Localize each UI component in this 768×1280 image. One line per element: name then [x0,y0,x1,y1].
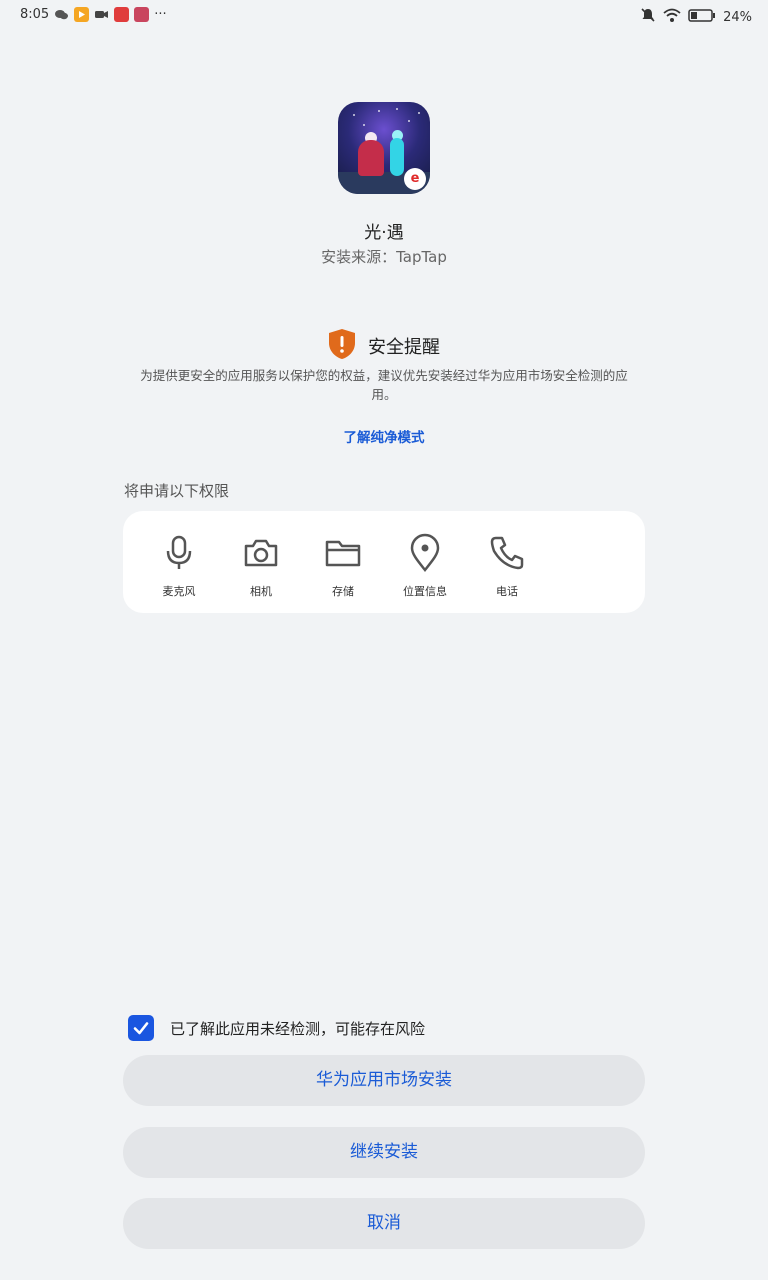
microphone-icon [166,535,192,569]
acknowledge-label: 已了解此应用未经检测，可能存在风险 [170,1019,426,1038]
location-icon [410,533,440,573]
permission-label: 存储 [332,585,354,598]
status-bar: 8:05 ··· 24% [0,0,768,32]
game-app-icon [134,7,150,22]
permission-storage[interactable]: 存储 [302,533,384,599]
security-title: 安全提醒 [368,337,440,358]
permission-label: 电话 [496,585,518,598]
battery-percent: 24% [723,9,752,25]
shield-warning-icon [328,328,356,364]
more-icon: ··· [154,7,167,22]
app-name: 光·遇 [364,223,404,243]
video-call-icon [94,7,109,22]
folder-icon [325,540,361,567]
acknowledge-checkbox[interactable] [128,1015,154,1041]
clock: 8:05 [20,7,50,22]
acknowledge-row[interactable]: 已了解此应用未经检测，可能存在风险 [128,1015,425,1041]
video-app-icon [74,7,90,22]
battery-icon [688,8,716,27]
security-warning-header: 安全提醒 [0,328,768,364]
app-icon: e [338,102,430,194]
cancel-button[interactable]: 取消 [123,1198,645,1249]
permission-microphone[interactable]: 麦克风 [138,533,220,599]
wifi-icon [663,8,681,27]
install-source: 安装来源：TapTap [321,248,447,266]
netease-badge-icon: e [404,168,426,190]
mute-bell-icon [640,7,656,27]
media-app-icon [114,7,130,22]
wechat-icon [54,7,69,22]
permission-location[interactable]: 位置信息 [384,533,466,599]
camera-icon [244,539,278,567]
checkmark-icon [133,1022,149,1035]
permissions-heading: 将申请以下权限 [124,482,230,500]
security-description: 为提供更安全的应用服务以保护您的权益，建议优先安装经过华为应用市场安全检测的应用… [140,368,628,402]
permission-label: 麦克风 [162,585,196,598]
permissions-card: 麦克风 相机 存储 位置信息 电话 [123,511,645,613]
permission-phone[interactable]: 电话 [466,533,548,599]
pure-mode-link[interactable]: 了解纯净模式 [0,426,768,446]
permission-label: 位置信息 [403,585,447,598]
huawei-appgallery-install-button[interactable]: 华为应用市场安装 [123,1055,645,1106]
phone-icon [490,536,524,570]
continue-install-button[interactable]: 继续安装 [123,1127,645,1178]
permission-camera[interactable]: 相机 [220,533,302,599]
permission-label: 相机 [250,585,272,598]
